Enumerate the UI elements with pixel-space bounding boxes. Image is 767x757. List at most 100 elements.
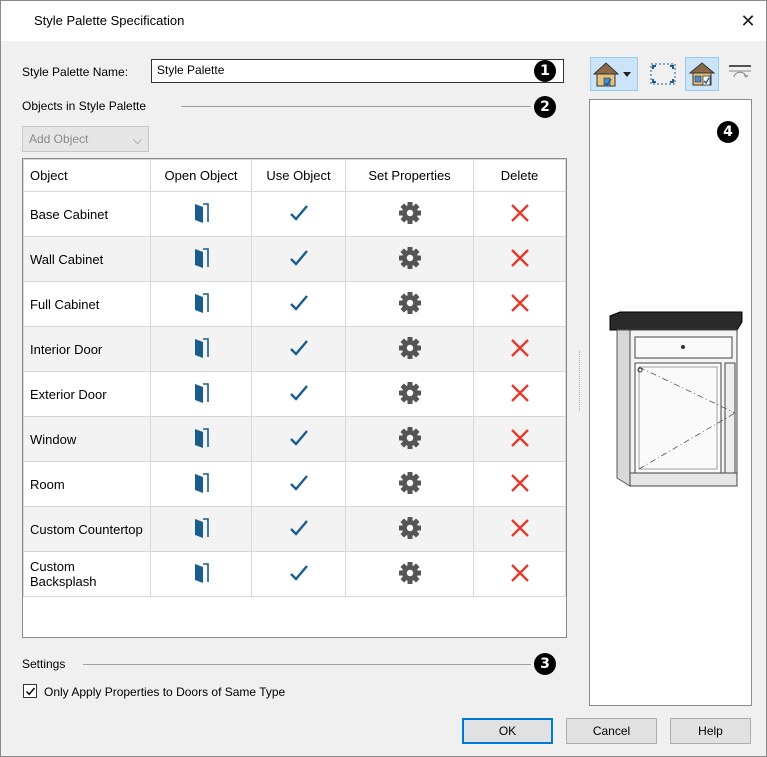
use-object-cell[interactable] [251,326,346,372]
table-row[interactable]: Custom Countertop [23,506,566,552]
objects-group-title: Objects in Style Palette [22,99,147,113]
table-row[interactable]: Base Cabinet [23,191,566,237]
use-object-cell[interactable] [251,236,346,282]
view-type-button[interactable] [590,57,638,91]
set-properties-cell[interactable] [345,551,474,597]
add-object-dropdown[interactable]: Add Object ⌵ [22,126,149,152]
use-object-cell[interactable] [251,461,346,507]
gear-icon[interactable] [398,246,422,273]
delete-cell[interactable] [473,416,566,462]
gear-icon[interactable] [398,516,422,543]
table-row[interactable]: Exterior Door [23,371,566,417]
open-object-icon[interactable] [193,292,209,317]
delete-x-icon[interactable] [509,248,531,272]
checkmark-icon[interactable] [289,249,309,270]
delete-cell[interactable] [473,506,566,552]
open-object-cell[interactable] [150,551,252,597]
delete-cell[interactable] [473,461,566,507]
open-object-icon[interactable] [193,337,209,362]
delete-x-icon[interactable] [509,338,531,362]
set-properties-cell[interactable] [345,191,474,237]
gear-icon[interactable] [398,291,422,318]
open-object-icon[interactable] [193,382,209,407]
table-row[interactable]: Wall Cabinet [23,236,566,282]
table-row[interactable]: Room [23,461,566,507]
ok-button[interactable]: OK [462,718,553,744]
table-row[interactable]: Interior Door [23,326,566,372]
use-object-cell[interactable] [251,371,346,417]
checkmark-icon[interactable] [289,339,309,360]
delete-cell[interactable] [473,371,566,417]
object-name-cell: Interior Door [23,326,151,372]
checkmark-icon[interactable] [289,204,309,225]
delete-cell[interactable] [473,281,566,327]
checkmark-icon[interactable] [289,564,309,585]
table-row[interactable]: Full Cabinet [23,281,566,327]
checkmark-icon [25,687,36,696]
checkmark-icon[interactable] [289,429,309,450]
style-palette-name-input[interactable]: Style Palette [151,59,564,83]
delete-x-icon[interactable] [509,203,531,227]
fill-window-button[interactable] [646,57,680,91]
open-object-icon[interactable] [193,427,209,452]
style-palette-name-label: Style Palette Name: [22,65,129,79]
checkmark-icon[interactable] [289,294,309,315]
gear-icon[interactable] [398,201,422,228]
delete-cell[interactable] [473,326,566,372]
open-object-cell[interactable] [150,371,252,417]
open-object-icon[interactable] [193,562,209,587]
split-view-button[interactable] [725,57,755,91]
set-properties-cell[interactable] [345,416,474,462]
checkmark-icon[interactable] [289,474,309,495]
help-button[interactable]: Help [670,718,751,744]
set-properties-cell[interactable] [345,461,474,507]
set-properties-cell[interactable] [345,236,474,282]
open-object-cell[interactable] [150,506,252,552]
open-object-icon[interactable] [193,202,209,227]
open-object-cell[interactable] [150,281,252,327]
set-properties-cell[interactable] [345,326,474,372]
use-object-cell[interactable] [251,506,346,552]
checkmark-icon[interactable] [289,519,309,540]
use-object-cell[interactable] [251,416,346,462]
open-object-cell[interactable] [150,461,252,507]
use-object-cell[interactable] [251,281,346,327]
use-object-cell[interactable] [251,551,346,597]
object-name-cell: Room [23,461,151,507]
object-name-cell: Custom Backsplash [23,551,151,597]
set-properties-cell[interactable] [345,281,474,327]
open-object-cell[interactable] [150,236,252,282]
gear-icon[interactable] [398,381,422,408]
delete-x-icon[interactable] [509,518,531,542]
open-object-icon[interactable] [193,517,209,542]
open-object-icon[interactable] [193,472,209,497]
column-header-set-properties: Set Properties [345,159,474,192]
only-apply-properties-checkbox[interactable] [23,684,37,698]
delete-x-icon[interactable] [509,563,531,587]
delete-x-icon[interactable] [509,473,531,497]
cancel-button[interactable]: Cancel [566,718,657,744]
delete-x-icon[interactable] [509,428,531,452]
set-properties-cell[interactable] [345,371,474,417]
open-object-cell[interactable] [150,191,252,237]
close-button[interactable]: ✕ [734,7,762,35]
preview-options-button[interactable] [685,57,719,91]
delete-x-icon[interactable] [509,383,531,407]
gear-icon[interactable] [398,561,422,588]
use-object-cell[interactable] [251,191,346,237]
preview-splitter[interactable] [579,351,582,411]
delete-cell[interactable] [473,191,566,237]
gear-icon[interactable] [398,471,422,498]
open-object-cell[interactable] [150,416,252,462]
checkmark-icon[interactable] [289,384,309,405]
delete-cell[interactable] [473,236,566,282]
gear-icon[interactable] [398,426,422,453]
set-properties-cell[interactable] [345,506,474,552]
table-row[interactable]: Custom Backsplash [23,551,566,597]
open-object-cell[interactable] [150,326,252,372]
gear-icon[interactable] [398,336,422,363]
open-object-icon[interactable] [193,247,209,272]
delete-x-icon[interactable] [509,293,531,317]
table-row[interactable]: Window [23,416,566,462]
delete-cell[interactable] [473,551,566,597]
